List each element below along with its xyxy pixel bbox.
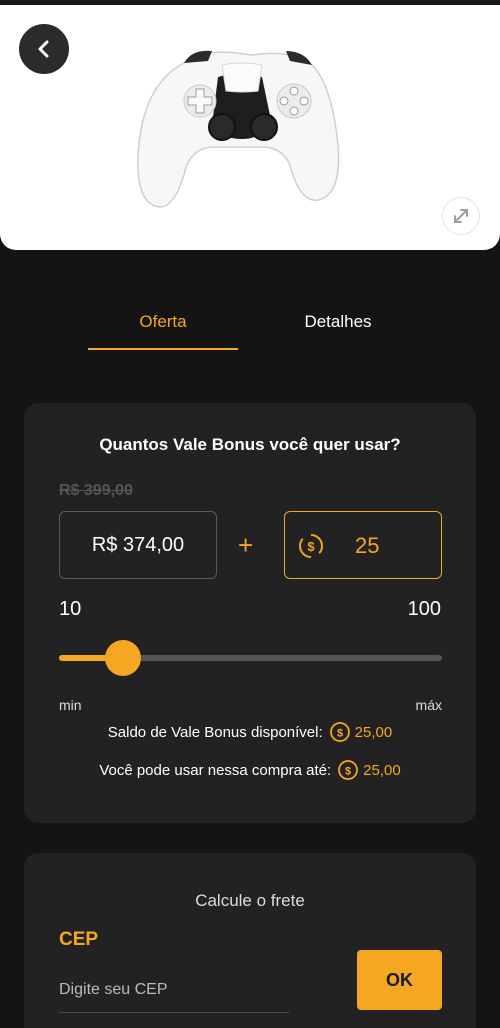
usable-info: Você pode usar nessa compra até: $ 25,00 xyxy=(24,759,476,781)
shipping-title: Calcule o frete xyxy=(195,891,305,910)
ok-button[interactable]: OK xyxy=(357,950,442,1010)
product-image[interactable] xyxy=(122,35,352,225)
balance-label: Saldo de Vale Bonus disponível: xyxy=(107,723,323,741)
balance-info: Saldo de Vale Bonus disponível: $ 25,00 xyxy=(24,721,476,743)
svg-text:$: $ xyxy=(345,766,351,778)
coin-icon: $ xyxy=(337,759,359,781)
tab-offer[interactable]: Oferta xyxy=(88,300,238,350)
price-value: R$ 374,00 xyxy=(91,533,185,556)
range-min-value: 10 xyxy=(59,598,82,620)
shipping-card: Calcule o frete CEP OK xyxy=(24,853,476,1028)
slider-thumb[interactable] xyxy=(104,640,141,676)
svg-text:$: $ xyxy=(307,539,315,554)
bonus-amount-value: 25 xyxy=(355,533,380,558)
usable-label: Você pode usar nessa compra até: xyxy=(99,761,332,779)
cep-label: CEP xyxy=(59,929,99,950)
bonus-amount-field[interactable]: $ 25 xyxy=(284,511,442,579)
coin-icon: $ xyxy=(329,721,351,743)
bonus-question: Quantos Vale Bonus você quer usar? xyxy=(99,435,401,454)
product-hero xyxy=(0,5,500,250)
range-max-value: 100 xyxy=(407,598,441,620)
expand-icon xyxy=(454,209,468,223)
slider-label-min: min xyxy=(59,697,82,713)
plus-sign: + xyxy=(238,530,254,560)
balance-value: 25,00 xyxy=(354,723,393,741)
tab-details[interactable]: Detalhes xyxy=(263,300,413,350)
bonus-card: Quantos Vale Bonus você quer usar? R$ 39… xyxy=(24,403,476,823)
bonus-coin-icon: $ xyxy=(297,532,325,565)
slider-label-max: máx xyxy=(415,697,442,713)
chevron-left-icon xyxy=(38,40,49,58)
expand-image-button[interactable] xyxy=(442,197,480,235)
price-field: R$ 374,00 xyxy=(59,511,217,579)
old-price: R$ 399,00 xyxy=(59,482,133,499)
svg-text:$: $ xyxy=(337,728,343,740)
bonus-slider[interactable] xyxy=(59,640,442,676)
cep-input[interactable] xyxy=(59,967,289,1013)
usable-value: 25,00 xyxy=(363,761,401,779)
back-button[interactable] xyxy=(19,24,69,74)
tab-bar: Oferta Detalhes xyxy=(0,300,500,350)
